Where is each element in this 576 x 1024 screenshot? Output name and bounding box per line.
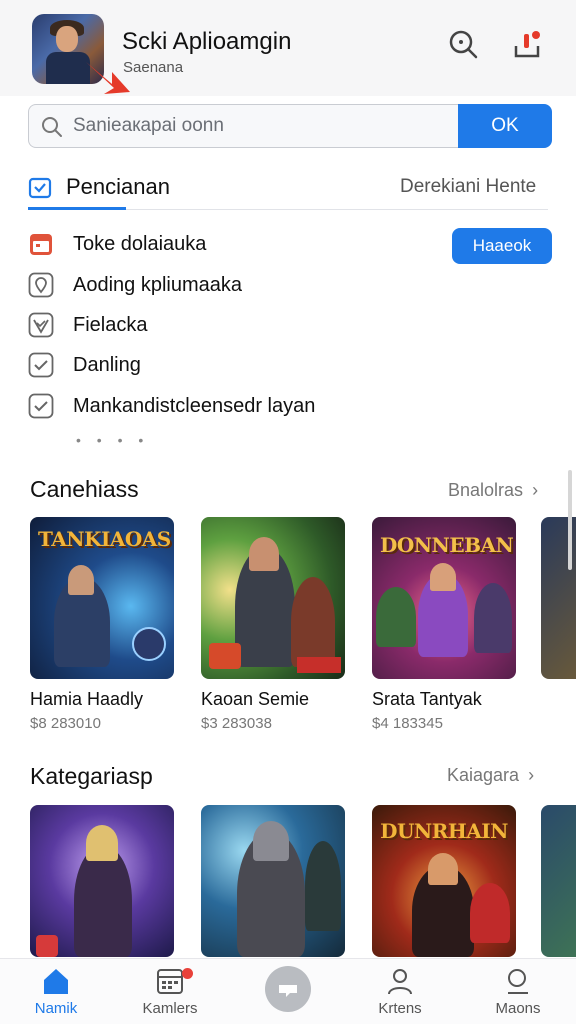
- section-link-label: Bnalolras: [448, 480, 524, 500]
- game-card[interactable]: [201, 805, 345, 957]
- list-item-label: Mankandistcleensedr layan: [73, 394, 316, 417]
- game-card[interactable]: TANKIAOAS Hamia Haadly $8 283010: [30, 517, 174, 732]
- checkbox-icon: [28, 352, 54, 378]
- app-header: Scki Aplioamgin Saenana: [0, 0, 576, 96]
- nav-center-button[interactable]: [265, 966, 311, 1012]
- tab-underline: [28, 207, 126, 210]
- game-name: Srata Tantyak: [372, 689, 482, 709]
- search-icon: [42, 117, 62, 137]
- game-thumbnail: DUNRHAIN: [372, 805, 516, 957]
- nav-label: Krtens: [378, 1000, 422, 1017]
- nav-item-profile[interactable]: Krtens: [352, 959, 448, 1024]
- list-item[interactable]: Toke dolaiauka: [28, 228, 206, 260]
- search-icon[interactable]: [447, 28, 479, 60]
- checkbox-icon: [28, 393, 54, 419]
- user-icon: [388, 969, 412, 995]
- search-icon: [508, 969, 528, 994]
- heart-check-icon: [28, 312, 54, 338]
- game-thumbnail: [201, 805, 345, 957]
- nav-label: Namik: [34, 1000, 78, 1017]
- thumbnail-title: DONNEBAN: [380, 533, 514, 557]
- list-item[interactable]: Aoding kpliumaaka: [28, 269, 242, 301]
- game-thumbnail: DONNEBAN: [372, 517, 516, 679]
- notification-badge: [182, 968, 193, 979]
- chevron-right-icon: ›: [532, 480, 539, 500]
- section-link[interactable]: Bnalolras ›: [448, 480, 538, 501]
- thumbnail-title: DUNRHAIN: [380, 819, 508, 843]
- section-link-label: Kaiagara: [447, 765, 520, 785]
- calendar-icon: [30, 234, 52, 255]
- game-card[interactable]: [30, 805, 174, 957]
- nav-item-home[interactable]: Namik: [8, 959, 104, 1024]
- game-price: $4 183345: [372, 715, 443, 732]
- calendar-grid-icon: [157, 969, 183, 994]
- nav-item-search[interactable]: Maons: [470, 959, 566, 1024]
- tab-active[interactable]: Pencianan: [28, 172, 170, 202]
- list-item[interactable]: Fielacka: [28, 309, 147, 341]
- game-card[interactable]: DUNRHAIN: [372, 805, 516, 957]
- game-thumbnail: [541, 805, 576, 957]
- nav-label: Kamlers: [142, 1000, 198, 1017]
- more-dots[interactable]: • • • •: [76, 432, 149, 448]
- game-price: $3 283038: [201, 715, 272, 732]
- list-item-label: Danling: [73, 353, 141, 376]
- action-button[interactable]: Haaeok: [452, 228, 552, 264]
- game-thumbnail: TANKIAOAS: [30, 517, 174, 679]
- home-icon: [44, 969, 68, 994]
- chevron-right-icon: ›: [528, 765, 535, 785]
- game-price: $8 283010: [30, 715, 101, 732]
- section-title: Kategariasp: [30, 763, 153, 789]
- section-link[interactable]: Kaiagara ›: [447, 765, 534, 786]
- app-title: Scki Aplioamgin: [122, 28, 292, 55]
- chat-bubble-icon: [279, 985, 297, 997]
- location-pin-icon: [28, 272, 54, 298]
- search-input[interactable]: [73, 105, 453, 146]
- tab-label: Pencianan: [66, 174, 170, 199]
- nav-item-calendar[interactable]: Kamlers: [122, 959, 218, 1024]
- scrollbar[interactable]: [568, 470, 572, 570]
- game-card[interactable]: Kaoan Semie $3 283038: [201, 517, 345, 732]
- tab-secondary[interactable]: Derekiani Hente: [400, 176, 536, 198]
- game-thumbnail: [30, 805, 174, 957]
- thumbnail-title: TANKIAOAS: [38, 527, 171, 551]
- game-card[interactable]: DONNEBAN Srata Tantyak $4 183345: [372, 517, 516, 732]
- list-item-label: Fielacka: [73, 313, 148, 336]
- ok-button[interactable]: OK: [458, 104, 552, 148]
- game-card[interactable]: [541, 805, 576, 957]
- share-icon[interactable]: [512, 28, 544, 60]
- game-thumbnail: [201, 517, 345, 679]
- list-item-label: Aoding kpliumaaka: [73, 273, 242, 296]
- calendar-check-icon: [28, 177, 52, 199]
- nav-label: Maons: [495, 1000, 541, 1017]
- list-item[interactable]: Mankandistcleensedr layan: [28, 390, 315, 422]
- search-box: [28, 104, 460, 148]
- list-item[interactable]: Danling: [28, 349, 141, 381]
- list-item-label: Toke dolaiauka: [73, 232, 207, 255]
- game-name: Hamia Haadly: [30, 689, 144, 709]
- game-name: Kaoan Semie: [201, 689, 310, 709]
- section-title: Canehiass: [30, 476, 139, 502]
- app-subtitle: Saenana: [123, 59, 184, 76]
